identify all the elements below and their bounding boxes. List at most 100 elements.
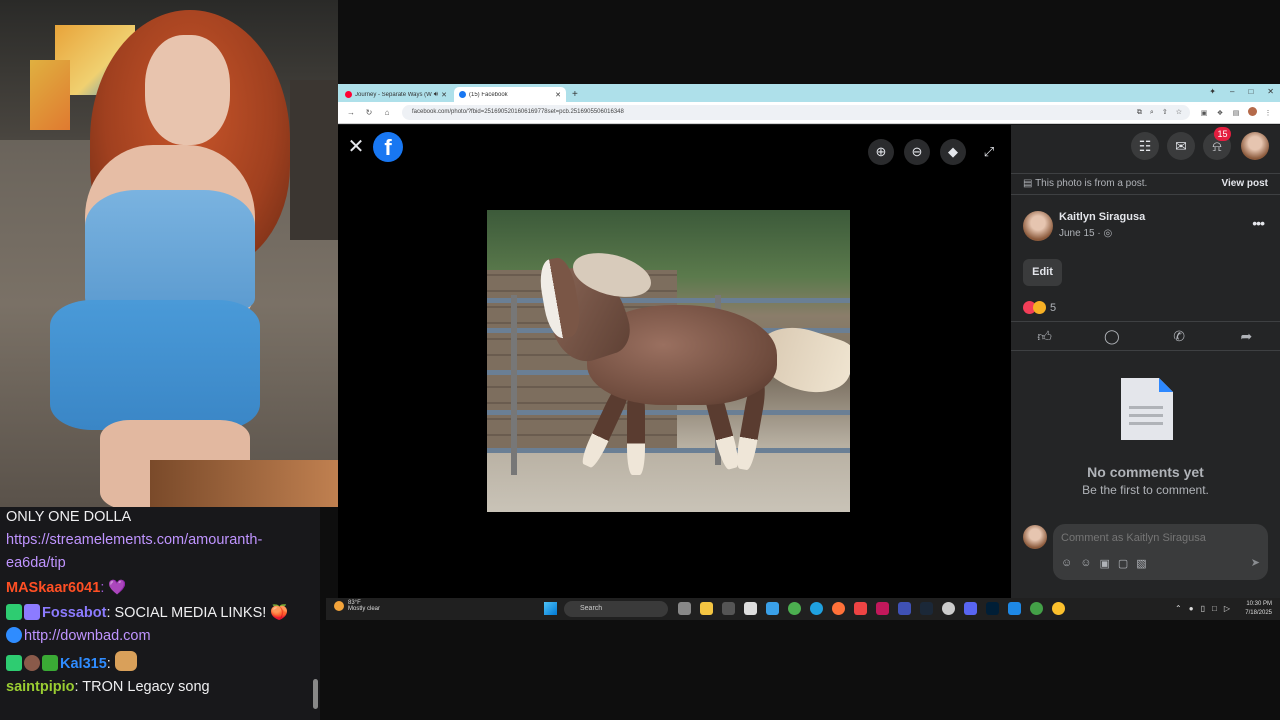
profile-icon[interactable] [1244, 107, 1260, 118]
forward-icon[interactable]: → [342, 108, 360, 117]
comment-input[interactable] [1061, 532, 1251, 544]
chrome-canary-icon[interactable] [1052, 602, 1065, 615]
url-text: facebook.com/photo/?fbid=251690520160616… [412, 109, 624, 115]
app-icon[interactable] [898, 602, 911, 615]
more-options-icon[interactable]: ••• [1252, 215, 1265, 231]
close-tab-icon[interactable]: ✕ [441, 91, 447, 99]
chat-username[interactable]: saintpipio [6, 679, 74, 695]
clock[interactable]: 10:30 PM 7/18/2025 [1245, 600, 1272, 618]
photoshop-icon[interactable] [986, 602, 999, 615]
chat-username[interactable]: Kal315 [60, 656, 107, 672]
minimize-icon[interactable]: – [1230, 87, 1234, 96]
no-comments-subtitle: Be the first to comment. [1082, 483, 1209, 497]
windows-start-icon[interactable] [544, 602, 557, 615]
zoom-out-icon[interactable]: ⊖ [904, 139, 930, 165]
post-date[interactable]: June 15 · ◎ [1059, 228, 1112, 239]
copilot-icon[interactable] [766, 602, 779, 615]
app-icon[interactable] [1008, 602, 1021, 615]
zoom-in-icon[interactable]: ⊕ [868, 139, 894, 165]
task-view-icon[interactable] [678, 602, 691, 615]
weather-widget[interactable]: 83°F Mostly clear [334, 600, 380, 612]
globe-icon: ◎ [1103, 228, 1113, 239]
tab-search-icon[interactable]: ✦ [1209, 87, 1216, 96]
phone-icon[interactable]: ▯ [1201, 604, 1205, 613]
comment-composer[interactable]: ☺ ☺ ▣ ▢ ▧ ➤ [1053, 524, 1268, 580]
whatsapp-button[interactable]: ✆ [1146, 322, 1213, 350]
file-explorer-icon[interactable] [700, 602, 713, 615]
tag-icon[interactable]: ◆ [940, 139, 966, 165]
author-avatar[interactable] [1023, 211, 1053, 241]
close-tab-icon[interactable]: ✕ [555, 91, 561, 99]
restore-icon[interactable]: □ [1248, 87, 1253, 96]
stream-chat: ONLY ONE DOLLA https://streamelements.co… [0, 507, 320, 720]
windows-taskbar: 83°F Mostly clear Search ⌃ ● ▯ □ ▷ 10:30… [326, 598, 1280, 620]
edge-icon[interactable] [810, 602, 823, 615]
comment-button[interactable]: ◯ [1078, 322, 1145, 350]
home-icon[interactable]: ⌂ [378, 108, 396, 117]
app-icon[interactable] [854, 602, 867, 615]
account-avatar[interactable] [1241, 132, 1269, 160]
reactions-summary[interactable]: 5 [1023, 301, 1056, 314]
send-icon[interactable]: ➤ [1251, 556, 1260, 569]
new-tab-button[interactable]: + [568, 87, 582, 102]
app-icon[interactable] [722, 602, 735, 615]
share-button[interactable]: ➦ [1213, 322, 1280, 350]
zoom-icon[interactable]: ⌕ [1150, 105, 1154, 120]
avatar-sticker-icon[interactable]: ☺ [1061, 557, 1072, 570]
sticker-icon[interactable]: ▧ [1136, 557, 1146, 570]
network-icon[interactable]: □ [1212, 604, 1217, 613]
tab-facebook[interactable]: (15) Facebook ✕ [454, 87, 566, 102]
firefox-icon[interactable] [832, 602, 845, 615]
volume-icon[interactable]: ▷ [1224, 604, 1230, 613]
horse-photo[interactable] [487, 210, 850, 512]
extensions-puzzle-icon[interactable]: ❖ [1212, 109, 1228, 117]
chat-message: http://downbad.com [6, 626, 314, 647]
install-icon[interactable]: ⧉ [1137, 105, 1142, 120]
author-name[interactable]: Kaitlyn Siragusa [1059, 211, 1145, 223]
facebook-logo-icon[interactable]: f [373, 132, 403, 162]
tab-journey[interactable]: Journey - Separate Ways (W 🔊︎ ✕ [340, 87, 452, 102]
chrome-icon[interactable] [1030, 602, 1043, 615]
chat-username[interactable]: MASkaar6041 [6, 580, 100, 596]
extension-icon[interactable]: ▣ [1196, 109, 1212, 117]
view-post-link[interactable]: View post [1222, 174, 1269, 194]
tray-overflow-icon[interactable]: ⌃ [1175, 604, 1182, 613]
chat-link[interactable]: ea6da/tip [6, 555, 66, 571]
weather-condition: Mostly clear [348, 606, 381, 612]
taskbar-search[interactable]: Search [564, 601, 668, 617]
close-viewer-button[interactable]: ✕ [344, 135, 368, 159]
window-controls: ✦ – □ ✕ [1209, 87, 1274, 96]
emoji-icon[interactable]: ☺ [1080, 557, 1091, 570]
sidebar-icon[interactable]: ▤ [1228, 109, 1244, 117]
steam-icon[interactable] [920, 602, 933, 615]
share-arrow-icon: ➦ [1240, 328, 1253, 344]
chat-link[interactable]: http://downbad.com [24, 628, 151, 644]
camera-icon[interactable]: ▣ [1099, 557, 1109, 570]
share-icon[interactable]: ⇧ [1162, 105, 1168, 120]
messenger-icon[interactable]: ✉ [1167, 132, 1195, 160]
care-reaction-icon [1033, 301, 1046, 314]
verified-badge-icon [24, 604, 40, 620]
discord-icon[interactable] [964, 602, 977, 615]
photo-viewer: ✕ f ⊕ ⊖ ◆ ⤢ [338, 125, 1011, 598]
system-tray: ⌃ ● ▯ □ ▷ [1175, 604, 1230, 613]
fullscreen-icon[interactable]: ⤢ [976, 139, 1002, 165]
app-icon[interactable] [942, 602, 955, 615]
chat-username[interactable]: Fossabot [42, 605, 106, 621]
calendar-icon[interactable] [744, 602, 757, 615]
edit-button[interactable]: Edit [1023, 259, 1062, 286]
chat-scrollbar[interactable] [313, 679, 318, 709]
menu-kebab-icon[interactable]: ⋮ [1260, 109, 1276, 117]
gif-icon[interactable]: ▢ [1118, 557, 1128, 570]
address-bar[interactable]: facebook.com/photo/?fbid=251690520160616… [402, 105, 1190, 120]
like-button[interactable]: 👍︎ [1011, 322, 1078, 350]
speaker-icon[interactable]: 🔊︎ [434, 91, 438, 99]
menu-grid-icon[interactable]: ☷ [1131, 132, 1159, 160]
microphone-icon[interactable]: ● [1189, 604, 1194, 613]
chat-link[interactable]: https://streamelements.com/amouranth- [6, 532, 262, 548]
chrome-icon[interactable] [788, 602, 801, 615]
reload-icon[interactable]: ↻ [360, 108, 378, 117]
close-window-icon[interactable]: ✕ [1267, 87, 1274, 96]
bookmark-star-icon[interactable]: ☆ [1176, 105, 1182, 120]
opera-icon[interactable] [876, 602, 889, 615]
